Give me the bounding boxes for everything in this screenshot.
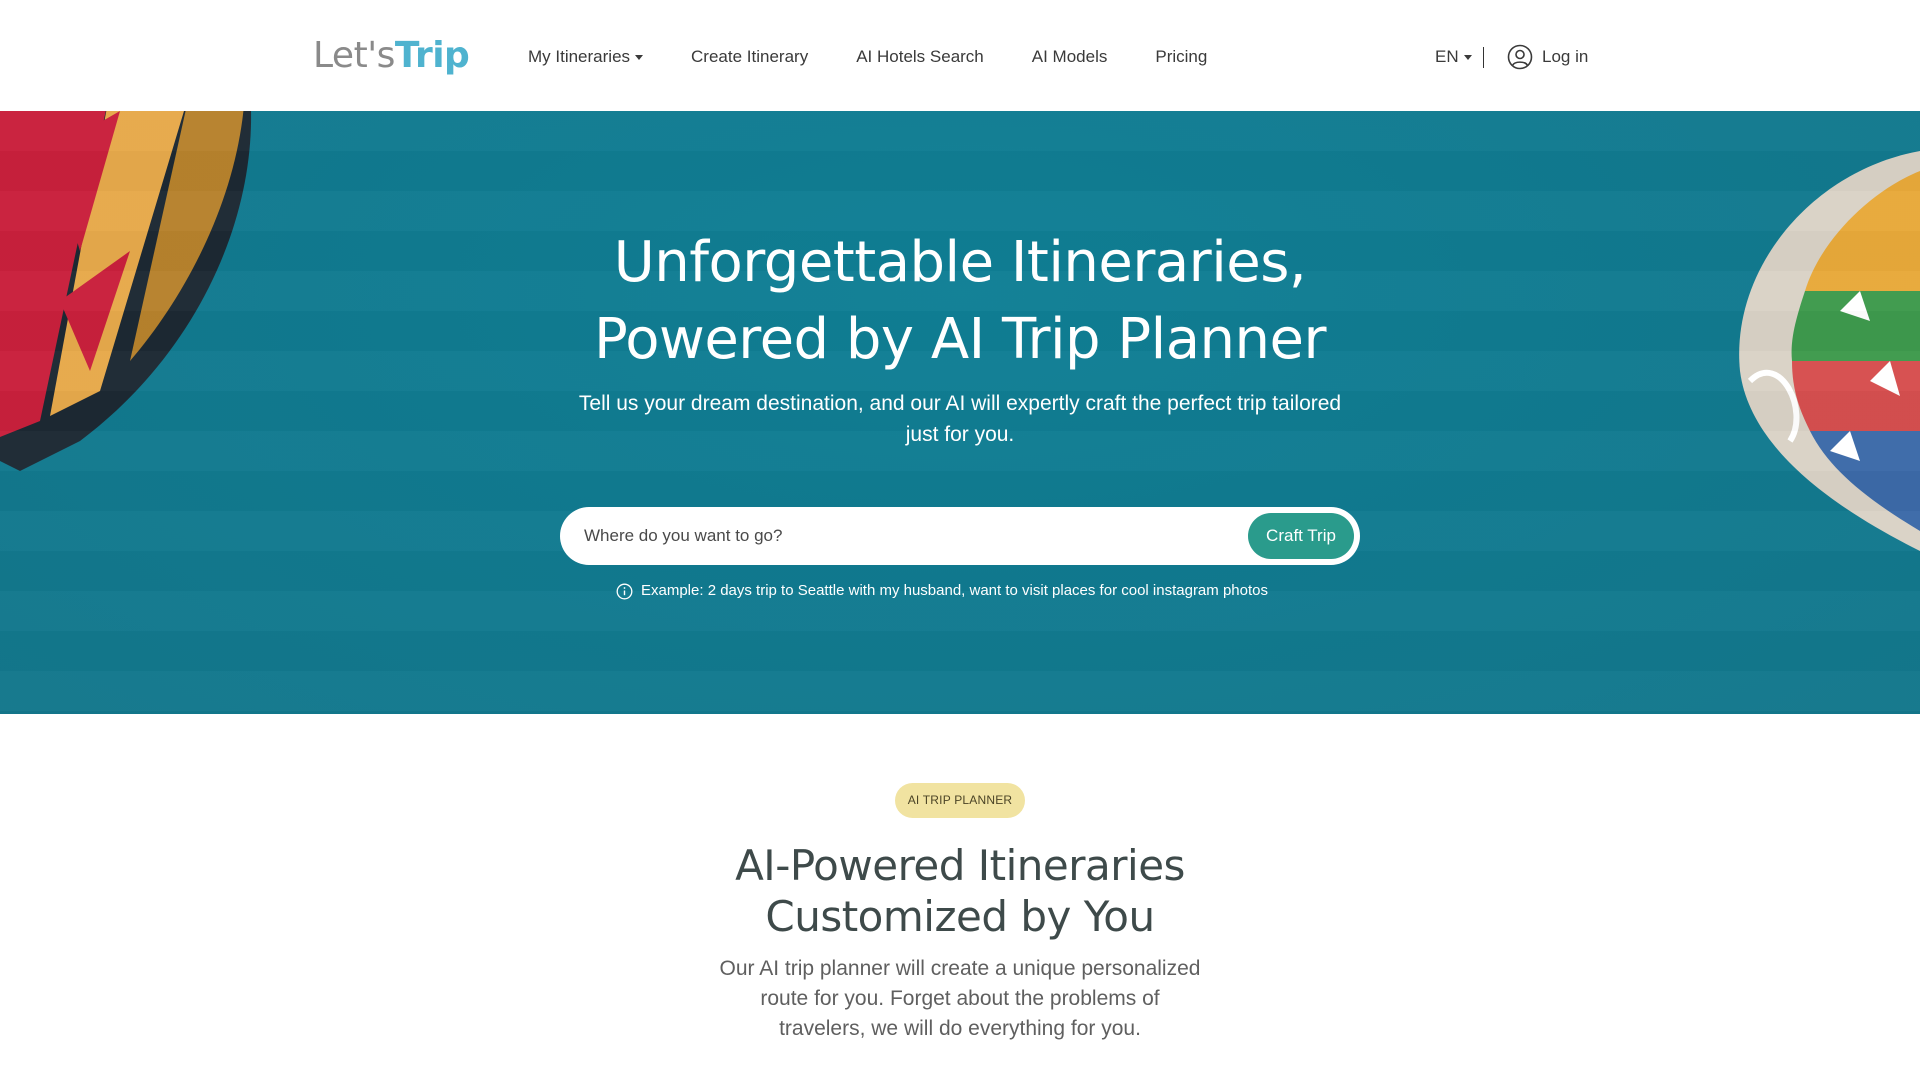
site-header: Let'sTrip My Itineraries Create Itinerar… [0, 0, 1920, 111]
nav-ai-hotels-search[interactable]: AI Hotels Search [856, 44, 984, 70]
hero-subtitle: Tell us your dream destination, and our … [578, 392, 1342, 446]
section-badge: AI TRIP PLANNER [895, 783, 1025, 818]
header-divider [1483, 47, 1484, 68]
hero-section: Unforgettable Itineraries, Powered by AI… [0, 111, 1920, 714]
destination-search-box: Craft Trip [560, 507, 1360, 565]
logo-text-lets: Let's [313, 35, 395, 76]
nav-ai-models-label: AI Models [1031, 47, 1108, 66]
nav-create-itinerary[interactable]: Create Itinerary [691, 44, 808, 70]
chevron-down-icon [1463, 54, 1472, 60]
nav-pricing-label: Pricing [1155, 47, 1208, 66]
destination-search-input[interactable] [584, 516, 1234, 556]
nav-pricing[interactable]: Pricing [1155, 44, 1207, 70]
chevron-down-icon [635, 54, 644, 60]
example-hint: Example: 2 days trip to Seattle with my … [616, 581, 1316, 601]
hero-title: Unforgettable Itineraries, Powered by AI… [593, 230, 1327, 372]
language-selector[interactable]: EN [1435, 44, 1472, 70]
section-description: Our AI trip planner will create a unique… [719, 957, 1201, 1040]
nav-ai-models[interactable]: AI Models [1032, 44, 1108, 70]
nav-my-itineraries-label: My Itineraries [528, 47, 631, 66]
main-nav: My Itineraries Create Itinerary AI Hotel… [528, 44, 1255, 70]
hot-air-balloon-image-right [1739, 151, 1920, 551]
example-text: Example: 2 days trip to Seattle with my … [641, 582, 1268, 599]
user-circle-icon [1507, 44, 1533, 70]
hot-air-balloon-image-left [0, 111, 251, 471]
nav-create-itinerary-label: Create Itinerary [691, 47, 809, 66]
login-label: Log in [1542, 47, 1589, 66]
language-label: EN [1435, 47, 1459, 66]
nav-ai-hotels-search-label: AI Hotels Search [856, 47, 984, 66]
login-button[interactable]: Log in [1507, 43, 1588, 71]
section-title: AI-Powered Itineraries Customized by You [735, 841, 1185, 941]
craft-trip-button[interactable]: Craft Trip [1248, 513, 1354, 559]
info-icon [616, 583, 633, 599]
logo-text-trip: Trip [394, 35, 470, 76]
nav-my-itineraries[interactable]: My Itineraries [528, 44, 644, 70]
logo[interactable]: Let'sTrip [313, 35, 470, 76]
